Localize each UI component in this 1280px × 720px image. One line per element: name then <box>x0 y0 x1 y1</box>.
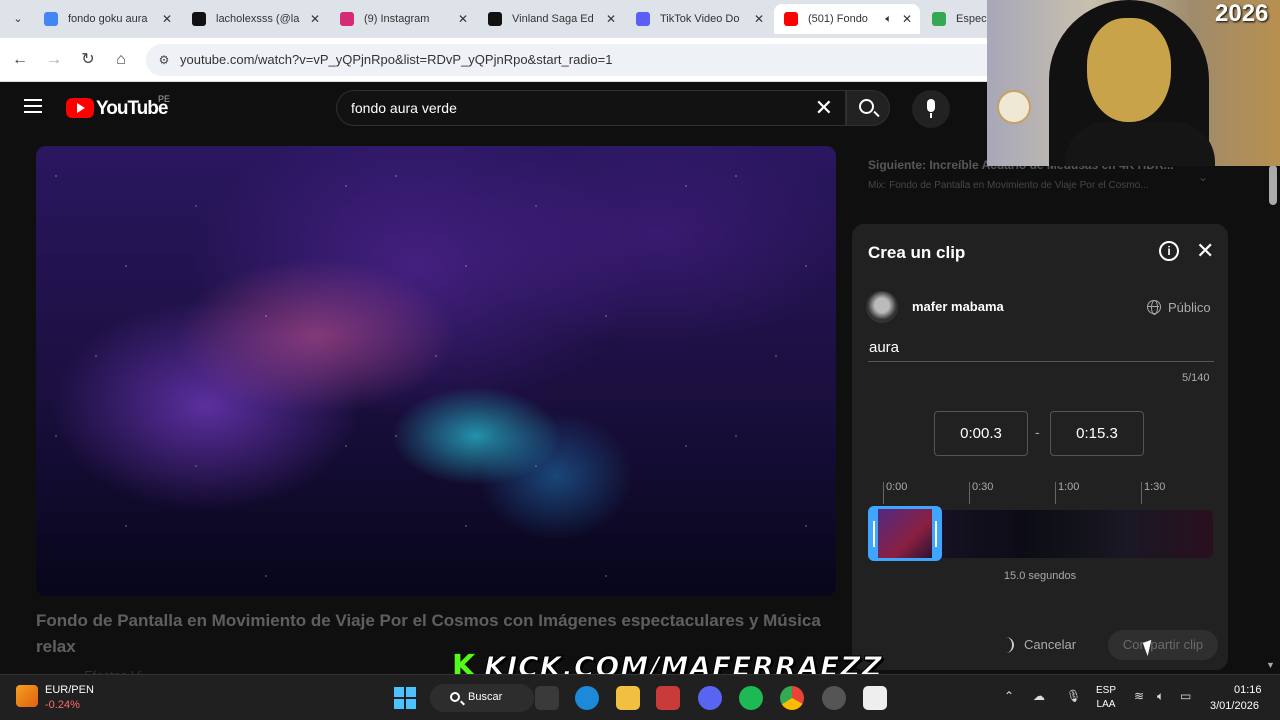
end-time-field[interactable]: 0:15.3 <box>1050 411 1144 456</box>
timeline-tick: 0:00 <box>886 481 908 493</box>
tab-instagram[interactable]: (9) Instagram ✕ <box>330 4 476 34</box>
search-icon <box>450 692 460 702</box>
cloud-icon[interactable]: ☁ <box>1033 689 1045 703</box>
language-indicator[interactable]: ESP LAA <box>1096 684 1116 712</box>
task-view-icon[interactable] <box>535 686 559 710</box>
battery-icon[interactable]: ▭ <box>1180 689 1191 703</box>
youtube-play-icon <box>66 98 94 118</box>
clear-search-icon[interactable]: ✕ <box>815 95 833 121</box>
ticker-name[interactable]: EUR/PEN <box>45 684 94 696</box>
instagram-icon <box>340 12 354 26</box>
tab-drive[interactable]: Espec <box>922 4 992 34</box>
youtube-icon <box>784 12 798 26</box>
tab-vinland-saga[interactable]: Vinland Saga Ed ✕ <box>478 4 624 34</box>
search-icon <box>859 99 874 114</box>
address-bar[interactable]: ⚙ youtube.com/watch?v=vP_yQPjnRpo&list=R… <box>146 44 1016 76</box>
character-count: 5/140 <box>1182 372 1210 384</box>
chevron-down-icon[interactable]: ⌄ <box>1198 170 1208 184</box>
tab-youtube-active[interactable]: (501) Fondo 🔈︎ ✕ <box>774 4 920 34</box>
reload-icon[interactable]: ↻ <box>76 48 100 72</box>
clip-range-selector[interactable] <box>868 506 942 561</box>
timeline-tick: 0:30 <box>972 481 994 493</box>
avatar <box>866 291 898 323</box>
tab-close-icon[interactable]: ✕ <box>162 4 172 34</box>
tab-close-icon[interactable]: ✕ <box>606 4 616 34</box>
file-explorer-icon[interactable] <box>616 686 640 710</box>
tab-fondo-goku[interactable]: fondo goku aura ✕ <box>34 4 180 34</box>
time-separator: - <box>1035 424 1040 440</box>
store-icon[interactable] <box>656 686 680 710</box>
user-name: mafer mabama <box>912 299 1004 314</box>
drive-icon <box>932 12 946 26</box>
year-badge: 2026 <box>1215 0 1269 27</box>
scroll-down-arrow-icon[interactable]: ▼ <box>1266 660 1275 670</box>
share-clip-button[interactable]: Compartir clip <box>1108 630 1218 660</box>
tab-search-chevron-icon[interactable]: ⌄ <box>6 8 30 30</box>
tray-chevron-up-icon[interactable]: ⌃ <box>1004 689 1014 703</box>
panel-title: Crea un clip <box>868 243 966 262</box>
discord-icon[interactable] <box>698 686 722 710</box>
system-time[interactable]: 01:16 <box>1234 684 1262 696</box>
page-scrollbar[interactable] <box>1269 165 1277 205</box>
chrome-icon[interactable] <box>780 686 804 710</box>
clip-duration-label: 15.0 segundos <box>1003 570 1077 582</box>
edge-icon[interactable] <box>575 686 599 710</box>
info-icon[interactable]: i <box>1159 241 1179 261</box>
windows-start-icon[interactable] <box>394 687 416 709</box>
search-button[interactable] <box>846 90 890 126</box>
video-player[interactable] <box>36 146 836 596</box>
download-icon <box>636 12 650 26</box>
microphone-tray-icon[interactable]: 🎙︎ <box>1066 689 1081 703</box>
timeline-tick: 1:30 <box>1144 481 1166 493</box>
url-text[interactable]: youtube.com/watch?v=vP_yQPjnRpo&list=RDv… <box>180 52 612 67</box>
currency-widget-icon[interactable] <box>16 685 38 707</box>
right-trim-handle[interactable] <box>935 521 937 547</box>
system-date[interactable]: 3/01/2026 <box>1210 700 1259 712</box>
search-input[interactable]: fondo aura verde ✕ <box>336 90 846 126</box>
taskbar-search[interactable]: Buscar <box>430 684 534 712</box>
start-time-field[interactable]: 0:00.3 <box>934 411 1028 456</box>
timeline-tick: 1:00 <box>1058 481 1080 493</box>
clip-title-input[interactable] <box>868 334 1214 362</box>
obs-icon[interactable] <box>822 686 846 710</box>
tab-tiktok-downloader[interactable]: TikTok Video Do ✕ <box>626 4 772 34</box>
create-clip-panel: Crea un clip i ✕ mafer mabama Público 5/… <box>852 224 1228 670</box>
globe-icon <box>1147 300 1161 315</box>
forward-arrow-icon[interactable]: → <box>42 48 66 72</box>
tab-close-icon[interactable]: ✕ <box>902 4 912 34</box>
privacy-label: Público <box>1168 300 1211 315</box>
ticker-change: -0.24% <box>45 699 80 711</box>
tiktok-icon <box>192 12 206 26</box>
spotify-icon[interactable] <box>739 686 763 710</box>
speaker-icon[interactable]: 🔈︎ <box>885 4 892 34</box>
tab-tiktok-profile[interactable]: lacholexsss (@la ✕ <box>182 4 328 34</box>
windows-taskbar: EUR/PEN -0.24% Buscar ⌃ ☁ 🎙︎ ESP LAA ≋ 🔈… <box>0 674 1280 720</box>
tab-close-icon[interactable]: ✕ <box>458 4 468 34</box>
volume-icon[interactable]: 🔈︎ <box>1157 689 1164 704</box>
close-icon[interactable]: ✕ <box>1196 238 1214 264</box>
tab-close-icon[interactable]: ✕ <box>310 4 320 34</box>
voice-search-button[interactable] <box>912 90 950 128</box>
microphone-icon <box>927 99 935 112</box>
capcut-icon[interactable] <box>863 686 887 710</box>
back-arrow-icon[interactable]: ← <box>8 48 32 72</box>
tiktok-icon <box>488 12 502 26</box>
left-trim-handle[interactable] <box>873 521 875 547</box>
home-icon[interactable]: ⌂ <box>109 48 133 72</box>
wifi-icon[interactable]: ≋ <box>1134 689 1144 703</box>
tab-close-icon[interactable]: ✕ <box>754 4 764 34</box>
google-icon <box>44 12 58 26</box>
site-settings-icon[interactable]: ⚙ <box>156 52 172 68</box>
menu-icon[interactable] <box>24 99 42 113</box>
cancel-button[interactable]: Cancelar <box>1024 637 1076 652</box>
wall-clock-icon <box>997 90 1031 124</box>
loading-spinner-icon <box>1002 637 1014 653</box>
